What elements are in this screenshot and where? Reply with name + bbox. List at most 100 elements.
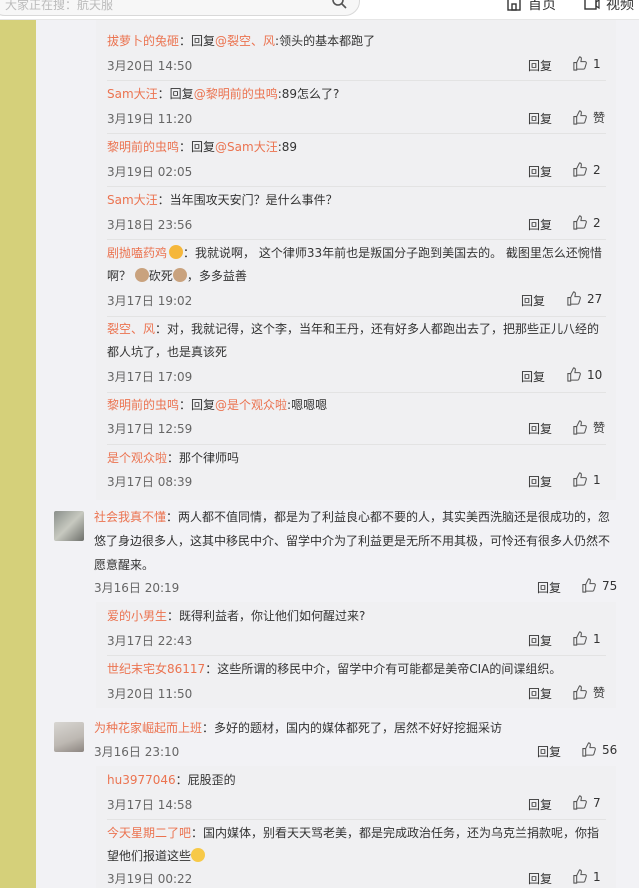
reply-prefix: ：回复 xyxy=(179,140,216,154)
like-button[interactable]: 1 xyxy=(572,631,601,646)
thumbs-up-icon xyxy=(582,578,596,593)
thumbs-up-icon xyxy=(567,367,581,382)
reply-text: 啊？ xyxy=(107,269,135,283)
reply-text: 望他们报道这些 xyxy=(107,849,192,863)
divider xyxy=(107,655,606,656)
reply-list: 拔萝卜的兔砸：回复@裂空、风:领头的基本都跑了 3月20日 14:50 回复 1… xyxy=(96,20,616,500)
comment-username[interactable]: 社会我真不懂 xyxy=(94,510,166,524)
reply-content: 世纪末宅女86117：这些所谓的移民中介，留学中介有可能都是美帝CIA的间谍组织… xyxy=(107,657,561,682)
like-count: 10 xyxy=(587,367,603,382)
reply-username[interactable]: 黎明前的虫鸣 xyxy=(107,398,179,412)
thumbs-up-icon xyxy=(573,110,587,125)
like-button[interactable]: 56 xyxy=(581,742,617,757)
reply-username[interactable]: Sam大汪 xyxy=(107,87,158,101)
avatar[interactable] xyxy=(54,722,84,752)
reply-button[interactable]: 回复 xyxy=(528,870,552,887)
comment-time: 3月16日 20:19 xyxy=(94,581,180,595)
laughing-emoji-icon xyxy=(191,848,206,862)
like-button[interactable]: 赞 xyxy=(572,419,605,436)
reply-button[interactable]: 回复 xyxy=(528,110,552,127)
reply-button[interactable]: 回复 xyxy=(528,216,552,233)
like-button[interactable]: 赞 xyxy=(572,109,605,126)
reply-button[interactable]: 回复 xyxy=(528,796,552,813)
reply-button[interactable]: 回复 xyxy=(528,685,552,702)
mention-link[interactable]: @黎明前的虫鸣 xyxy=(194,87,278,101)
reply-content-line2: 望他们报道这些 xyxy=(107,844,206,869)
reply-button[interactable]: 回复 xyxy=(528,420,552,437)
mention-link[interactable]: @是个观众啦 xyxy=(215,398,287,412)
reply-prefix: ：回复 xyxy=(157,87,194,101)
reply-button[interactable]: 回复 xyxy=(528,57,552,74)
like-button[interactable]: 10 xyxy=(566,367,602,382)
like-button[interactable]: 75 xyxy=(581,578,617,593)
thumbs-up-icon xyxy=(567,291,581,306)
thumbs-up-icon xyxy=(573,56,587,71)
reply-time: 3月17日 19:02 xyxy=(107,294,193,308)
reply-button[interactable]: 回复 xyxy=(521,368,545,385)
nav-video-label: 视频 xyxy=(606,0,634,13)
reply-text: ：对，我就记得，这个李，当年和王丹，还有好多人都跑出去了，把那些正儿八经的 xyxy=(155,322,600,336)
reply-time: 3月20日 14:50 xyxy=(107,59,193,73)
reply-username[interactable]: 剧抛嗑药鸡 xyxy=(107,246,167,260)
video-icon xyxy=(584,0,600,10)
reply-username[interactable]: 世纪末宅女86117 xyxy=(107,662,205,676)
search-input[interactable]: 大家正在搜：航天服 xyxy=(0,0,360,16)
like-button[interactable]: 2 xyxy=(572,215,601,230)
reply-username[interactable]: 今天星期二了吧 xyxy=(107,826,191,840)
reply-username[interactable]: hu3977046 xyxy=(107,773,176,787)
like-button[interactable]: 1 xyxy=(572,56,601,71)
reply-content: 剧抛嗑药鸡 ：我就说啊， 这个律师33年前也是叛国分子跑到美国去的。 截图里怎么还… xyxy=(107,241,602,266)
like-button[interactable]: 2 xyxy=(572,162,601,177)
like-button[interactable]: 1 xyxy=(572,472,601,487)
reply-button[interactable]: 回复 xyxy=(537,743,561,760)
reply-time: 3月20日 11:50 xyxy=(107,687,193,701)
like-button[interactable]: 27 xyxy=(566,291,602,306)
reply-text: 砍死 xyxy=(148,269,173,283)
reply-username[interactable]: 拔萝卜的兔砸 xyxy=(107,34,179,48)
avatar[interactable] xyxy=(54,511,84,541)
reply-text: ：当年围攻天安门？是什么事件？ xyxy=(157,193,338,207)
reply-button[interactable]: 回复 xyxy=(528,473,552,490)
nav-video-link[interactable]: 视频 xyxy=(584,0,634,14)
like-count: 2 xyxy=(593,215,601,230)
reply-text: ：这些所谓的移民中介，留学中介有可能都是美帝CIA的间谍组织。 xyxy=(205,662,562,676)
like-button[interactable]: 1 xyxy=(572,869,601,884)
reply-button[interactable]: 回复 xyxy=(537,579,561,596)
like-count: 2 xyxy=(593,162,601,177)
like-count: 75 xyxy=(602,578,618,593)
like-button[interactable]: 赞 xyxy=(572,684,605,701)
emoji-icon xyxy=(169,245,184,259)
reply-content: 爱的小男生：既得利益者，你让他们如何醒过来? xyxy=(107,604,365,629)
reply-username[interactable]: 爱的小男生 xyxy=(107,609,167,623)
mention-link[interactable]: @裂空、风 xyxy=(215,34,275,48)
comment-text-line3: 愿意醒来。 xyxy=(94,558,155,572)
reply-button[interactable]: 回复 xyxy=(521,292,545,309)
reply-content: hu3977046：屁股歪的 xyxy=(107,768,236,793)
comment-username[interactable]: 为种花家崛起而上班 xyxy=(94,721,202,735)
reply-username[interactable]: 裂空、风 xyxy=(107,322,155,336)
like-button[interactable]: 7 xyxy=(572,795,601,810)
reply-time: 3月19日 11:20 xyxy=(107,112,193,126)
thumbs-up-icon xyxy=(573,631,587,646)
search-icon[interactable] xyxy=(331,0,347,9)
reply-time: 3月19日 02:05 xyxy=(107,165,193,179)
reply-time: 3月18日 23:56 xyxy=(107,218,193,232)
reply-button[interactable]: 回复 xyxy=(528,163,552,180)
reply-time: 3月17日 12:59 xyxy=(107,422,193,436)
like-count: 1 xyxy=(593,631,601,646)
thumbs-up-icon xyxy=(573,869,587,884)
thumbs-up-icon xyxy=(573,472,587,487)
reply-username[interactable]: Sam大汪 xyxy=(107,193,158,207)
reply-username[interactable]: 黎明前的虫鸣 xyxy=(107,140,179,154)
reply-username[interactable]: 是个观众啦 xyxy=(107,451,167,465)
reply-list: hu3977046：屁股歪的 3月17日 14:58 回复 7 今天星期二了吧：… xyxy=(96,766,616,888)
mention-link[interactable]: @Sam大汪 xyxy=(215,140,278,154)
like-count: 27 xyxy=(587,291,603,306)
nav-home-link[interactable]: 首页 xyxy=(506,0,556,14)
reply-content: 裂空、风：对，我就记得，这个李，当年和王丹，还有好多人都跑出去了，把那些正儿八经… xyxy=(107,317,599,342)
reply-text: ：我就说啊， 这个律师33年前也是叛国分子跑到美国去的。 截图里怎么还惋惜 xyxy=(183,246,602,260)
reply-button[interactable]: 回复 xyxy=(528,632,552,649)
like-count: 赞 xyxy=(593,686,606,700)
comment-content: 为种花家崛起而上班：多好的题材，国内的媒体都死了，居然不好好挖掘采访 xyxy=(94,716,502,741)
reply-time: 3月17日 17:09 xyxy=(107,370,193,384)
